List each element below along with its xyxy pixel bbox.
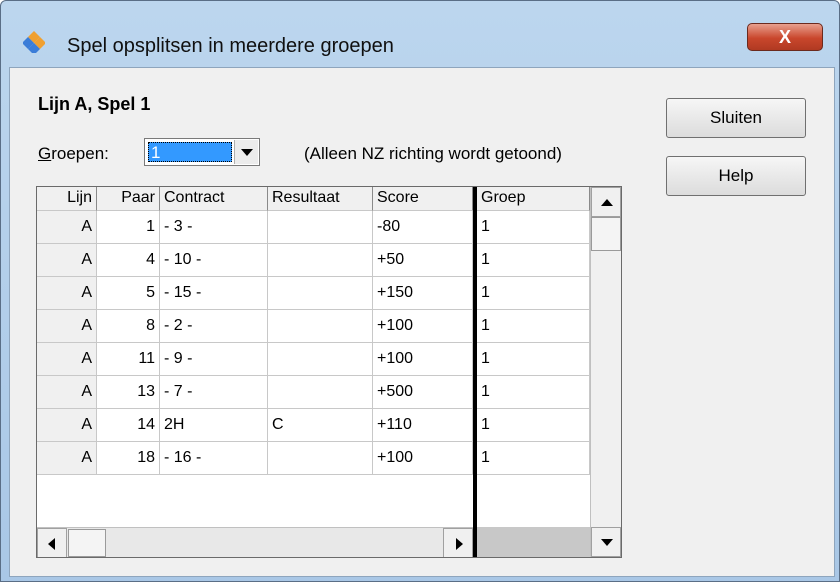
scroll-left-icon[interactable] — [37, 528, 67, 557]
cell-resultaat[interactable] — [268, 211, 373, 244]
cell-lijn[interactable]: A — [37, 310, 97, 343]
cell-resultaat[interactable] — [268, 442, 373, 475]
cell-resultaat[interactable] — [268, 343, 373, 376]
sluiten-button[interactable]: Sluiten — [666, 98, 806, 138]
cell-resultaat[interactable]: C — [268, 409, 373, 442]
scroll-corner — [477, 527, 590, 557]
cell-score[interactable]: +100 — [373, 343, 473, 376]
cell-groep[interactable]: 1 — [477, 211, 590, 244]
cell-contract[interactable]: - 7 - — [160, 376, 268, 409]
results-grid[interactable]: Lijn Paar Contract Resultaat Score Groep… — [36, 186, 622, 558]
scroll-down-icon[interactable] — [591, 527, 621, 557]
help-button[interactable]: Help — [666, 156, 806, 196]
cell-paar[interactable]: 11 — [97, 343, 160, 376]
cell-resultaat[interactable] — [268, 277, 373, 310]
col-header-resultaat[interactable]: Resultaat — [268, 187, 373, 211]
cell-paar[interactable]: 13 — [97, 376, 160, 409]
cell-contract[interactable]: - 16 - — [160, 442, 268, 475]
cell-lijn[interactable]: A — [37, 211, 97, 244]
vertical-scrollbar[interactable] — [590, 187, 621, 557]
dialog-client-area: Lijn A, Spel 1 Groepen: 1 (Alleen NZ ric… — [9, 67, 835, 577]
cell-contract[interactable]: - 10 - — [160, 244, 268, 277]
cell-groep[interactable]: 1 — [477, 277, 590, 310]
close-window-button[interactable]: X — [747, 23, 823, 51]
cell-groep[interactable]: 1 — [477, 376, 590, 409]
card-suits-icon — [23, 31, 45, 53]
cell-score[interactable]: +50 — [373, 244, 473, 277]
col-header-lijn[interactable]: Lijn — [37, 187, 97, 211]
cell-resultaat[interactable] — [268, 310, 373, 343]
title-bar[interactable]: Spel opsplitsen in meerdere groepen X — [1, 1, 839, 57]
cell-score[interactable]: +100 — [373, 310, 473, 343]
col-header-groep[interactable]: Groep — [477, 187, 590, 211]
horizontal-scrollbar[interactable] — [37, 527, 473, 557]
cell-resultaat[interactable] — [268, 376, 373, 409]
cell-contract[interactable]: - 9 - — [160, 343, 268, 376]
line-board-heading: Lijn A, Spel 1 — [38, 94, 151, 114]
cell-score[interactable]: +100 — [373, 442, 473, 475]
groepen-label: Groepen: — [38, 144, 109, 163]
cell-score[interactable]: +110 — [373, 409, 473, 442]
cell-lijn[interactable]: A — [37, 277, 97, 310]
cell-contract[interactable]: - 3 - — [160, 211, 268, 244]
dialog-window: Spel opsplitsen in meerdere groepen X Li… — [0, 0, 840, 582]
cell-paar[interactable]: 18 — [97, 442, 160, 475]
cell-contract[interactable]: 2H — [160, 409, 268, 442]
cell-groep[interactable]: 1 — [477, 409, 590, 442]
scroll-right-icon[interactable] — [443, 528, 473, 557]
direction-note: (Alleen NZ richting wordt getoond) — [304, 144, 562, 163]
grid-header: Lijn Paar Contract Resultaat Score Groep — [37, 187, 590, 211]
cell-score[interactable]: -80 — [373, 211, 473, 244]
col-header-paar[interactable]: Paar — [97, 187, 160, 211]
cell-paar[interactable]: 1 — [97, 211, 160, 244]
chevron-down-icon[interactable] — [234, 140, 258, 164]
horizontal-scroll-thumb[interactable] — [68, 529, 106, 557]
cell-contract[interactable]: - 2 - — [160, 310, 268, 343]
groepen-selected-value: 1 — [148, 142, 232, 162]
cell-paar[interactable]: 5 — [97, 277, 160, 310]
groepen-dropdown[interactable]: 1 — [144, 138, 260, 166]
cell-groep[interactable]: 1 — [477, 244, 590, 277]
cell-lijn[interactable]: A — [37, 442, 97, 475]
cell-lijn[interactable]: A — [37, 376, 97, 409]
cell-lijn[interactable]: A — [37, 343, 97, 376]
cell-groep[interactable]: 1 — [477, 343, 590, 376]
cell-groep[interactable]: 1 — [477, 310, 590, 343]
cell-paar[interactable]: 4 — [97, 244, 160, 277]
vertical-scroll-thumb[interactable] — [591, 217, 621, 251]
scroll-up-icon[interactable] — [591, 187, 621, 217]
cell-lijn[interactable]: A — [37, 409, 97, 442]
cell-score[interactable]: +150 — [373, 277, 473, 310]
cell-resultaat[interactable] — [268, 244, 373, 277]
column-divider — [473, 187, 477, 557]
cell-score[interactable]: +500 — [373, 376, 473, 409]
cell-contract[interactable]: - 15 - — [160, 277, 268, 310]
window-title: Spel opsplitsen in meerdere groepen — [67, 35, 394, 57]
cell-lijn[interactable]: A — [37, 244, 97, 277]
col-header-contract[interactable]: Contract — [160, 187, 268, 211]
cell-paar[interactable]: 8 — [97, 310, 160, 343]
col-header-score[interactable]: Score — [373, 187, 473, 211]
cell-groep[interactable]: 1 — [477, 442, 590, 475]
cell-paar[interactable]: 14 — [97, 409, 160, 442]
